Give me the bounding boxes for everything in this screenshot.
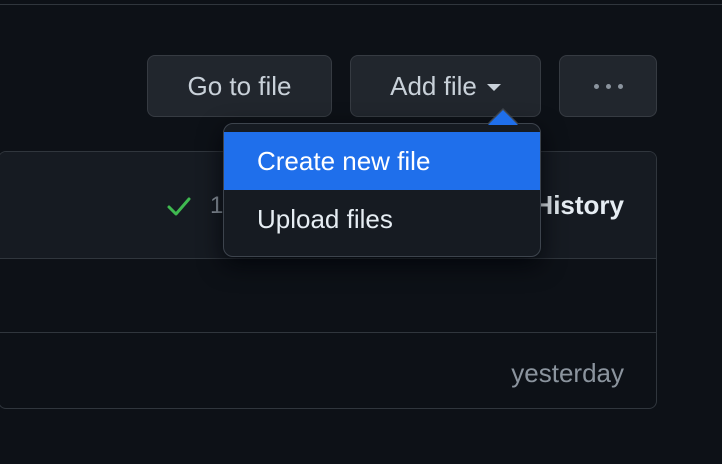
go-to-file-label: Go to file [187,70,292,101]
menu-item-create-new-file[interactable]: Create new file [224,132,540,190]
row-divider [0,332,656,333]
menu-item-label: Upload files [257,203,393,234]
menu-item-upload-files[interactable]: Upload files [224,190,540,248]
menu-item-label: Create new file [257,145,431,176]
commit-count: 1 [210,192,224,219]
row-time: yesterday [511,358,624,388]
go-to-file-button[interactable]: Go to file [147,55,332,117]
dropdown-pointer-fill [488,110,518,125]
top-divider [0,4,722,5]
more-options-button[interactable] [559,55,657,117]
caret-down-icon [486,83,501,91]
kebab-horizontal-icon [593,83,623,89]
check-icon [167,197,191,216]
add-file-label: Add file [390,70,477,101]
add-file-dropdown: Create new file Upload files [223,123,541,257]
history-link[interactable]: History [534,190,624,221]
